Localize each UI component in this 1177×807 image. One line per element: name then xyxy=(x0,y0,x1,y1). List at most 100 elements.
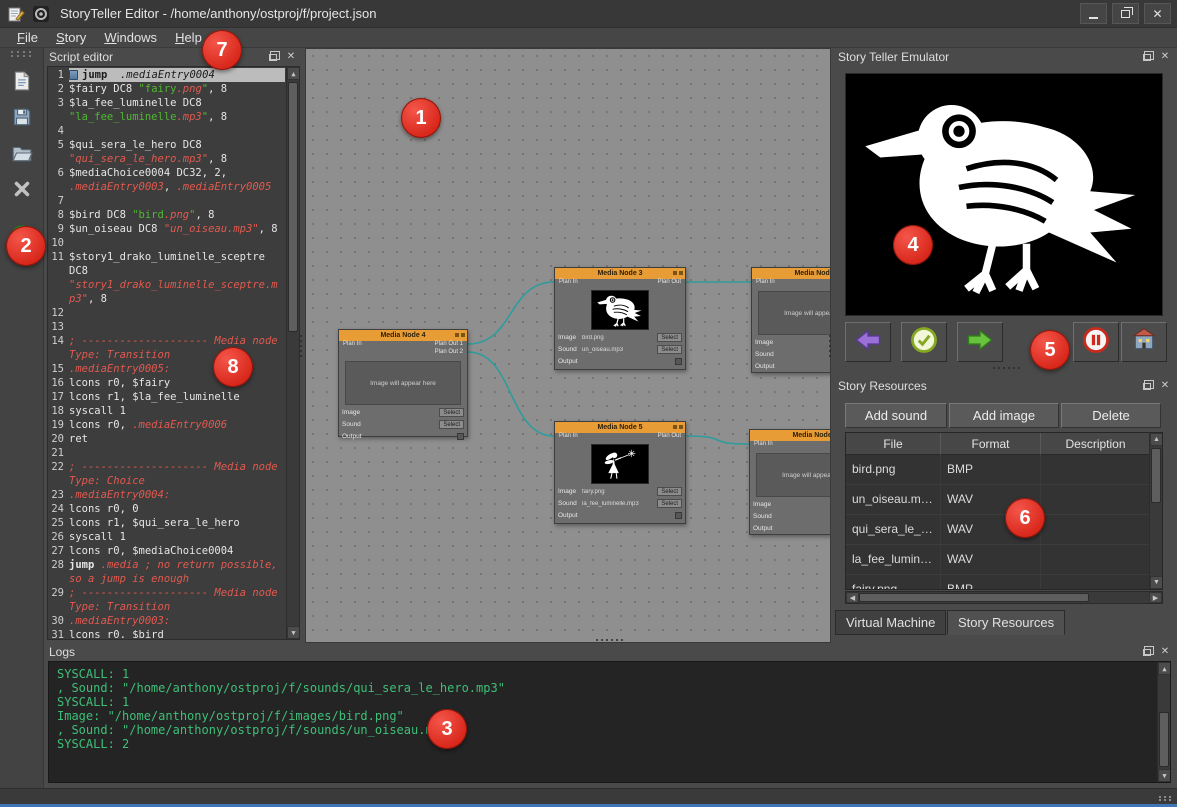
delete-button[interactable]: Delete xyxy=(1061,403,1161,428)
media-node[interactable]: Media Node 5Plan InPlan OutImagefairy.pn… xyxy=(554,421,686,524)
media-node[interactable]: Media Node 6Plan InPlan OutImage will ap… xyxy=(749,429,831,535)
bookmark-icon xyxy=(69,70,78,80)
node-title-bar[interactable]: Media Node 4 xyxy=(339,330,467,341)
node-output-box[interactable] xyxy=(675,512,682,519)
resources-table[interactable]: FileFormatDescriptionbird.pngBMPun_oisea… xyxy=(845,432,1163,590)
column-header-format[interactable]: Format xyxy=(941,433,1041,455)
menu-windows[interactable]: Windows xyxy=(95,29,166,46)
output-port[interactable]: Plan Out 1 xyxy=(435,341,463,347)
node-select-button[interactable]: Select xyxy=(657,333,682,342)
close-icon[interactable]: ✕ xyxy=(1158,51,1172,64)
splitter-handle[interactable] xyxy=(300,335,302,357)
tab-story-resources[interactable]: Story Resources xyxy=(947,610,1065,635)
add-sound-button[interactable]: Add sound xyxy=(845,403,947,428)
table-scrollbar[interactable]: ▲ ▼ xyxy=(1149,433,1162,589)
add-image-button[interactable]: Add image xyxy=(949,403,1059,428)
table-row[interactable]: bird.pngBMP xyxy=(846,455,1149,485)
logs-view[interactable]: SYSCALL: 1, Sound: "/home/anthony/ostpro… xyxy=(48,661,1171,783)
logs-titlebar[interactable]: Logs ✕ xyxy=(44,643,1177,661)
float-icon[interactable] xyxy=(1140,646,1154,659)
node-select-button[interactable]: Select xyxy=(657,487,682,496)
scroll-up-icon[interactable]: ▲ xyxy=(1158,662,1171,675)
scroll-up-icon[interactable]: ▲ xyxy=(287,67,300,80)
media-node[interactable]: Media Node 3Plan InPlan OutImagebird.png… xyxy=(554,267,686,370)
float-icon[interactable] xyxy=(1140,380,1154,393)
node-title-bar[interactable]: Media Node 2 xyxy=(752,268,831,279)
float-icon[interactable] xyxy=(266,51,280,64)
logs-scrollbar[interactable]: ▲ ▼ xyxy=(1157,662,1170,782)
table-row[interactable]: fairy.pngBMP xyxy=(846,575,1149,589)
output-port[interactable]: Plan Out 2 xyxy=(435,349,463,355)
menu-story[interactable]: Story xyxy=(47,29,95,46)
home-button[interactable] xyxy=(1121,322,1167,362)
table-row[interactable]: un_oiseau.mp3WAV xyxy=(846,485,1149,515)
previous-button[interactable] xyxy=(845,322,891,362)
code-line: 25lcons r1, $qui_sera_le_hero xyxy=(49,516,285,530)
output-port[interactable]: Plan Out xyxy=(658,279,681,285)
maximize-button[interactable] xyxy=(1112,3,1139,24)
node-select-button[interactable]: Select xyxy=(657,345,682,354)
output-port[interactable]: Plan Out xyxy=(658,433,681,439)
node-output-box[interactable] xyxy=(457,433,464,440)
node-title-bar[interactable]: Media Node 6 xyxy=(750,430,831,441)
column-header-file[interactable]: File xyxy=(846,433,941,455)
node-title-bar[interactable]: Media Node 5 xyxy=(555,422,685,433)
close-icon[interactable]: ✕ xyxy=(1158,380,1172,393)
table-row[interactable]: la_fee_luminelle.mp3WAV xyxy=(846,545,1149,575)
close-project-button[interactable] xyxy=(6,176,38,206)
node-select-button[interactable]: Select xyxy=(439,408,464,417)
save-project-button[interactable] xyxy=(6,104,38,134)
scroll-right-icon[interactable]: ▶ xyxy=(1149,592,1162,603)
title-bar[interactable]: StoryTeller Editor - /home/anthony/ostpr… xyxy=(0,0,1177,28)
open-project-button[interactable] xyxy=(6,140,38,170)
ok-button[interactable] xyxy=(901,322,947,362)
line-number: 11 xyxy=(49,250,69,306)
splitter-handle[interactable] xyxy=(993,367,1020,369)
scroll-down-icon[interactable]: ▼ xyxy=(287,626,300,639)
node-select-button[interactable]: Select xyxy=(657,499,682,508)
spl itter-handle[interactable] xyxy=(829,335,831,357)
next-button[interactable] xyxy=(957,322,1003,362)
input-port[interactable]: Plan In xyxy=(756,279,775,285)
column-header-description[interactable]: Description xyxy=(1041,433,1149,455)
script-editor[interactable]: 1jump .mediaEntry00042$fairy DC8 "fairy.… xyxy=(47,66,300,640)
input-port[interactable]: Plan In xyxy=(559,279,578,285)
close-icon[interactable]: ✕ xyxy=(284,51,298,64)
node-field-label: Image xyxy=(558,488,580,495)
scrollbar-thumb[interactable] xyxy=(859,593,1089,602)
tab-virtual-machine[interactable]: Virtual Machine xyxy=(835,610,946,635)
input-port[interactable]: Plan In xyxy=(754,441,773,447)
float-icon[interactable] xyxy=(1140,51,1154,64)
media-node[interactable]: Media Node 2Plan InPlan OutImage will ap… xyxy=(751,267,831,373)
media-node[interactable]: Media Node 4Plan InPlan Out 1Plan Out 2I… xyxy=(338,329,468,437)
close-button[interactable]: ✕ xyxy=(1144,3,1171,24)
code-line: 8$bird DC8 "bird.png", 8 xyxy=(49,208,285,222)
input-port[interactable]: Plan In xyxy=(559,433,578,439)
script-editor-titlebar[interactable]: Script editor ✕ xyxy=(44,48,303,66)
scrollbar-thumb[interactable] xyxy=(288,82,298,332)
pause-button[interactable] xyxy=(1073,322,1119,362)
scroll-down-icon[interactable]: ▼ xyxy=(1150,576,1163,589)
node-graph-canvas[interactable]: Media Node 4Plan InPlan Out 1Plan Out 2I… xyxy=(305,48,831,643)
resources-titlebar[interactable]: Story Resources ✕ xyxy=(833,377,1177,395)
scrollbar-thumb[interactable] xyxy=(1159,712,1169,767)
scroll-up-icon[interactable]: ▲ xyxy=(1150,433,1163,446)
emulator-titlebar[interactable]: Story Teller Emulator ✕ xyxy=(833,48,1177,66)
table-row[interactable]: qui_sera_le_hero.mp3WAV xyxy=(846,515,1149,545)
node-output-box[interactable] xyxy=(675,358,682,365)
scroll-down-icon[interactable]: ▼ xyxy=(1158,769,1171,782)
table-hscrollbar[interactable]: ◀ ▶ xyxy=(845,591,1163,604)
menu-file[interactable]: File xyxy=(8,29,47,46)
scroll-left-icon[interactable]: ◀ xyxy=(846,592,859,603)
node-select-button[interactable]: Select xyxy=(439,420,464,429)
splitter-handle[interactable] xyxy=(596,639,623,641)
input-port[interactable]: Plan In xyxy=(343,341,362,347)
node-title-bar[interactable]: Media Node 3 xyxy=(555,268,685,279)
close-icon[interactable]: ✕ xyxy=(1158,646,1172,659)
scrollbar-thumb[interactable] xyxy=(1151,448,1161,503)
script-editor-scrollbar[interactable]: ▲ ▼ xyxy=(286,67,299,639)
toolbar-grip[interactable] xyxy=(11,51,33,57)
minimize-button[interactable] xyxy=(1080,3,1107,24)
resize-grip[interactable] xyxy=(1159,796,1173,801)
new-script-button[interactable] xyxy=(6,68,38,98)
